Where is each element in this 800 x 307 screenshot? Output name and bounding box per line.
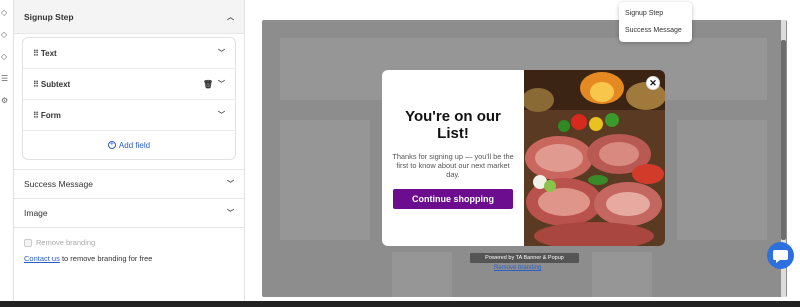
step-dropdown-menu: Signup Step Success Message <box>619 2 692 42</box>
menu-item-signup-step[interactable]: Signup Step <box>619 5 692 22</box>
field-row-subtext[interactable]: ⠿ Subtext 🗑 ﹀ <box>23 69 235 100</box>
chevron-down-icon[interactable]: ﹀ <box>218 48 225 58</box>
contact-us-link[interactable]: Contact us <box>24 254 60 263</box>
field-label: Text <box>40 48 57 58</box>
contact-text: to remove branding for free <box>59 254 153 264</box>
field-list: ⠿ Text ﹀ ⠿ Subtext 🗑 ﹀ ⠿ Form ﹀ + Add fi… <box>22 37 236 160</box>
contact-line: Contact us to remove branding for free <box>24 254 234 263</box>
field-label: Subtext <box>40 79 71 89</box>
settings-panel: Signup Step ︿ ⠿ Text ﹀ ⠿ Subtext 🗑 ﹀ ⠿ F… <box>14 0 245 307</box>
image-title: Image <box>24 208 48 218</box>
branding-section: Remove branding Contact us to remove bra… <box>14 228 244 263</box>
continue-shopping-button[interactable]: Continue shopping <box>393 188 513 209</box>
trash-icon[interactable]: 🗑 <box>203 80 213 89</box>
success-message-section-header[interactable]: Success Message ﹀ <box>14 170 244 199</box>
chevron-down-icon: ﹀ <box>227 210 234 217</box>
pointer-icon[interactable]: ◇ <box>1 52 10 61</box>
close-icon[interactable]: ✕ <box>646 76 660 90</box>
background-block <box>592 252 652 297</box>
powered-by-badge: Powered by TA Banner & Popup <box>470 253 579 263</box>
field-row-form[interactable]: ⠿ Form ﹀ <box>23 100 235 131</box>
popup-title: You're on our List! <box>405 107 501 142</box>
settings-icon[interactable]: ⚙ <box>1 96 10 105</box>
signup-step-section-header[interactable]: Signup Step ︿ <box>14 0 244 34</box>
chat-button[interactable] <box>767 242 794 269</box>
add-field-label: Add field <box>118 140 151 150</box>
popup-content: You're on our List! Thanks for signing u… <box>382 70 524 246</box>
remove-branding-link[interactable]: Remove branding <box>494 265 541 271</box>
signup-step-title: Signup Step <box>24 11 74 22</box>
plus-circle-icon: + <box>107 141 116 149</box>
chevron-up-icon: ︿ <box>227 13 234 21</box>
meat-display-image <box>524 70 665 246</box>
drag-handle-icon[interactable]: ⠿ <box>33 111 39 120</box>
background-block <box>280 120 370 240</box>
menu-item-success-message[interactable]: Success Message <box>619 22 692 39</box>
paint-icon[interactable]: ◇ <box>1 30 10 39</box>
chevron-down-icon[interactable]: ﹀ <box>218 110 225 120</box>
popup-image: ✕ <box>524 70 665 246</box>
popup-card: You're on our List! Thanks for signing u… <box>382 70 665 246</box>
scrollbar-thumb[interactable] <box>781 40 786 240</box>
image-section-header[interactable]: Image ﹀ <box>14 199 244 228</box>
background-block <box>677 120 767 240</box>
drag-handle-icon[interactable]: ⠿ <box>33 80 39 89</box>
bottom-bar <box>0 301 800 307</box>
drag-handle-icon[interactable]: ⠿ <box>33 49 39 58</box>
add-field-button[interactable]: + Add field <box>23 131 235 159</box>
layout-icon[interactable]: ◇ <box>1 8 10 17</box>
icon-rail: ◇ ◇ ◇ ☰ ⚙ <box>0 0 14 307</box>
remove-branding-checkbox[interactable] <box>24 239 32 248</box>
remove-branding-label: Remove branding <box>36 238 96 247</box>
field-row-text[interactable]: ⠿ Text ﹀ <box>23 38 235 69</box>
success-message-title: Success Message <box>24 179 93 189</box>
popup-subtext: Thanks for signing up — you'll be the fi… <box>392 151 514 179</box>
field-label: Form <box>40 110 61 120</box>
remove-branding-checkbox-row[interactable]: Remove branding <box>24 238 234 248</box>
chat-bubble-icon <box>773 250 788 263</box>
divider <box>14 160 244 170</box>
app-root: ◇ ◇ ◇ ☰ ⚙ Signup Step ︿ ⠿ Text ﹀ ⠿ Subte… <box>0 0 800 307</box>
list-icon[interactable]: ☰ <box>1 74 10 83</box>
background-block <box>392 252 452 297</box>
chevron-down-icon[interactable]: ﹀ <box>218 79 225 89</box>
chevron-down-icon: ﹀ <box>227 181 234 188</box>
